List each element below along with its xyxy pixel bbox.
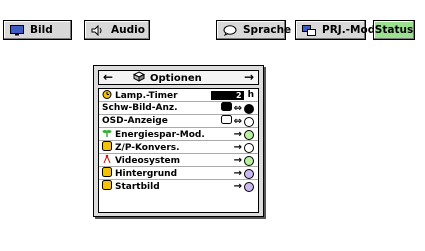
menu-list: Lamp.-Timer 2 h Schw-Bild-Anz. ⇔ OSD-Anz…: [98, 88, 259, 213]
tab-bild[interactable]: Bild: [3, 20, 72, 40]
submenu-icon: [244, 142, 254, 153]
startup-s-icon: [102, 180, 112, 195]
lamp-timer-value: 2: [210, 91, 244, 100]
tab-sprache-label: Sprache: [243, 24, 292, 36]
arrow-right-icon: →: [233, 155, 242, 166]
menu-item-lamp-timer[interactable]: Lamp.-Timer 2 h: [99, 89, 258, 102]
arrow-right-icon: →: [233, 129, 242, 140]
tab-audio-label: Audio: [111, 24, 145, 36]
tab-sprache[interactable]: Sprache: [216, 20, 291, 40]
menu-header: ← Optionen →: [98, 70, 259, 85]
options-cube-icon: [132, 71, 146, 86]
cropped-heading-fragment: [0, 0, 425, 8]
black-circle-icon: [244, 103, 254, 114]
tab-prj-mode[interactable]: PRJ.-Mode: [295, 20, 382, 40]
submenu-green-icon: [244, 155, 254, 166]
white-circle-icon: [244, 116, 254, 127]
menu-item-startup-image[interactable]: Startbild →: [99, 180, 258, 193]
menu-item-black-screen[interactable]: Schw-Bild-Anz. ⇔: [99, 101, 258, 116]
arrow-left-icon[interactable]: ←: [103, 71, 113, 84]
menu-item-energy-saving[interactable]: Energiespar-Mod. →: [99, 128, 258, 141]
menu-title: Optionen: [150, 73, 202, 84]
speaker-icon: [91, 24, 105, 36]
arrow-right-icon: →: [233, 181, 242, 192]
menu-item-video-system[interactable]: Videosystem →: [99, 154, 258, 167]
arrow-right-icon: →: [233, 142, 242, 153]
submenu-purple-icon: [244, 168, 254, 179]
speech-bubble-icon: [223, 24, 237, 36]
menu-item-osd-display[interactable]: OSD-Anzeige ⇔: [99, 114, 258, 129]
arrow-right-icon: →: [233, 168, 242, 179]
tab-status[interactable]: Status: [373, 20, 415, 40]
tab-bild-label: Bild: [30, 24, 53, 36]
projector-mode-icon: [302, 24, 316, 36]
black-screen-on-icon: [220, 101, 232, 116]
arrow-right-icon[interactable]: →: [244, 71, 254, 84]
tab-audio[interactable]: Audio: [84, 20, 150, 40]
toggle-arrows-icon: ⇔: [233, 116, 242, 127]
menu-item-label: Schw-Bild-Anz.: [102, 103, 178, 113]
submenu-purple-icon: [244, 181, 254, 192]
menu-item-label: Startbild: [115, 182, 160, 192]
monitor-icon: [10, 24, 24, 36]
menu-item-zp-convert[interactable]: Z/P-Konvers. →: [99, 141, 258, 154]
speech-on-icon: [220, 114, 232, 129]
menu-item-background[interactable]: Hintergrund →: [99, 167, 258, 180]
options-menu-panel: ← Optionen → Lamp.-Timer 2 h Schw-Bild-A…: [93, 65, 264, 217]
submenu-green-icon: [244, 129, 254, 140]
tab-status-label: Status: [374, 24, 414, 36]
lamp-timer-unit: h: [247, 90, 254, 100]
menu-item-label: OSD-Anzeige: [102, 116, 168, 126]
toggle-arrows-icon: ⇔: [233, 103, 242, 114]
